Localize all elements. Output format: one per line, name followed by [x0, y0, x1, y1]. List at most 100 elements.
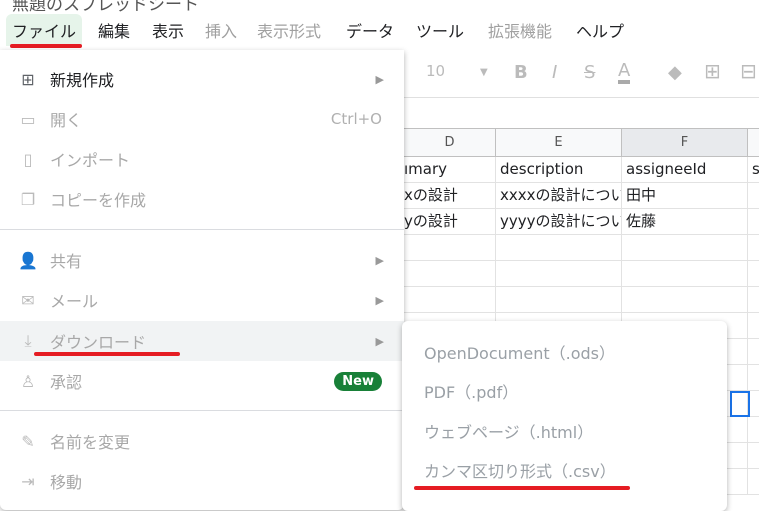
cell[interactable]: description [496, 157, 622, 183]
file-icon: ▯ [23, 149, 33, 169]
divider [0, 410, 404, 411]
cell[interactable] [748, 339, 759, 365]
label: ダウンロード [50, 333, 147, 352]
fill-color-icon[interactable]: ◆ [668, 62, 682, 83]
cell[interactable] [748, 313, 759, 339]
merge-icon[interactable]: ⊟ [740, 59, 757, 83]
cell[interactable] [622, 235, 748, 261]
cell[interactable] [622, 261, 748, 287]
download-csv[interactable]: カンマ区切り形式（.csv） [424, 458, 616, 482]
plus-box-icon: ⊞ [21, 69, 35, 89]
menu-file[interactable]: ファイル [6, 14, 83, 46]
menu-view[interactable]: 表示 [152, 18, 184, 42]
cell[interactable] [748, 235, 759, 261]
cell[interactable] [496, 287, 622, 313]
label: 移動 [50, 473, 83, 492]
cell[interactable] [748, 443, 759, 469]
cell[interactable] [748, 469, 759, 495]
label: コピーを作成 [50, 191, 147, 210]
column-header-g[interactable] [748, 128, 759, 157]
menu-tools[interactable]: ツール [416, 18, 464, 42]
column-header-e[interactable]: E [496, 128, 622, 157]
strikethrough-icon[interactable]: S [584, 62, 595, 83]
cell[interactable] [622, 287, 748, 313]
cell[interactable] [748, 209, 759, 235]
label: メール [50, 292, 99, 311]
submenu-arrow-icon: ▶ [375, 293, 384, 307]
cell[interactable]: yyyyの設計につい [496, 209, 622, 235]
cell[interactable] [404, 261, 496, 287]
download-html[interactable]: ウェブページ（.html） [424, 419, 593, 443]
mail-icon: ✉ [21, 290, 35, 310]
bold-icon[interactable]: B [514, 62, 528, 83]
submenu-arrow-icon: ▶ [375, 72, 384, 86]
label: 共有 [50, 252, 83, 271]
italic-icon[interactable]: I [552, 62, 557, 83]
menu-item-rename[interactable]: ✎ 名前を変更 [0, 421, 404, 461]
cell[interactable]: 佐藤 [622, 209, 748, 235]
folder-icon: ▭ [20, 109, 36, 129]
cell[interactable] [496, 261, 622, 287]
divider [0, 229, 404, 230]
column-header-f[interactable]: F [622, 128, 748, 157]
menu-item-email[interactable]: ✉ メール ▶ [0, 280, 404, 320]
cell[interactable]: 田中 [622, 183, 748, 209]
menu-data[interactable]: データ [346, 18, 394, 42]
label: 新規作成 [50, 71, 115, 90]
borders-icon[interactable]: ⊞ [704, 59, 721, 83]
person-add-icon: 👤 [18, 250, 38, 270]
download-icon: ⤓ [24, 331, 32, 350]
cell[interactable] [748, 365, 759, 391]
cell[interactable]: yの設計 [404, 209, 496, 235]
menu-extensions[interactable]: 拡張機能 [488, 18, 552, 42]
file-menu: ⊞ 新規作成 ▶ ▭ 開く Ctrl+O ▯ インポート ❐ コピーを作成 👤 共有 ▶ ✉ メー… [0, 50, 404, 510]
label: 承認 [50, 373, 83, 392]
label: 開く [50, 111, 83, 130]
shortcut: Ctrl+O [330, 110, 382, 128]
annotation-underline [10, 44, 82, 48]
text-color-icon[interactable]: A [618, 62, 631, 84]
cell[interactable] [748, 183, 759, 209]
cell[interactable]: assigneeId [622, 157, 748, 183]
toolbar: 10 ▼ B I S A ◆ ⊞ ⊟ [404, 50, 759, 98]
menu-item-copy[interactable]: ❐ コピーを作成 [0, 179, 404, 219]
column-header-d[interactable]: D [404, 128, 496, 157]
menu-item-new[interactable]: ⊞ 新規作成 ▶ [0, 59, 404, 99]
cell[interactable] [748, 287, 759, 313]
cell[interactable]: s [748, 157, 759, 183]
submenu-arrow-icon: ▶ [375, 334, 384, 348]
menu-help[interactable]: ヘルプ [576, 18, 624, 42]
annotation-underline [414, 486, 630, 490]
pencil-icon: ✎ [21, 431, 35, 451]
selected-cell[interactable] [730, 391, 750, 417]
cell[interactable] [404, 287, 496, 313]
cell[interactable]: ımary [404, 157, 496, 183]
annotation-underline [34, 352, 180, 356]
stamp-icon: ♙ [20, 371, 36, 391]
download-submenu: OpenDocument（.ods） PDF（.pdf） ウェブページ（.htm… [402, 321, 727, 511]
menu-edit[interactable]: 編集 [98, 18, 130, 42]
cell[interactable] [404, 235, 496, 261]
new-badge: New [334, 371, 382, 391]
copy-icon: ❐ [20, 189, 36, 209]
menu-item-open[interactable]: ▭ 開く Ctrl+O [0, 99, 404, 139]
cell[interactable] [748, 261, 759, 287]
cell[interactable]: xxxxの設計につい [496, 183, 622, 209]
download-ods[interactable]: OpenDocument（.ods） [424, 340, 615, 364]
menu-bar: ファイル 編集 表示 挿入 表示形式 データ ツール 拡張機能 ヘルプ [0, 12, 759, 50]
cell[interactable] [496, 235, 622, 261]
cell[interactable] [748, 417, 759, 443]
label: 名前を変更 [50, 433, 131, 452]
menu-item-import[interactable]: ▯ インポート [0, 139, 404, 179]
submenu-arrow-icon: ▶ [375, 253, 384, 267]
menu-format[interactable]: 表示形式 [257, 18, 321, 42]
menu-item-move[interactable]: ⇥ 移動 [0, 461, 404, 501]
menu-item-share[interactable]: 👤 共有 ▶ [0, 240, 404, 280]
download-pdf[interactable]: PDF（.pdf） [424, 379, 518, 403]
chevron-down-icon[interactable]: ▼ [480, 67, 488, 78]
menu-insert[interactable]: 挿入 [205, 18, 237, 42]
font-size-select[interactable]: 10 [426, 62, 445, 80]
label: インポート [50, 151, 131, 170]
cell[interactable]: xの設計 [404, 183, 496, 209]
menu-item-approval[interactable]: ♙ 承認 New [0, 361, 404, 401]
